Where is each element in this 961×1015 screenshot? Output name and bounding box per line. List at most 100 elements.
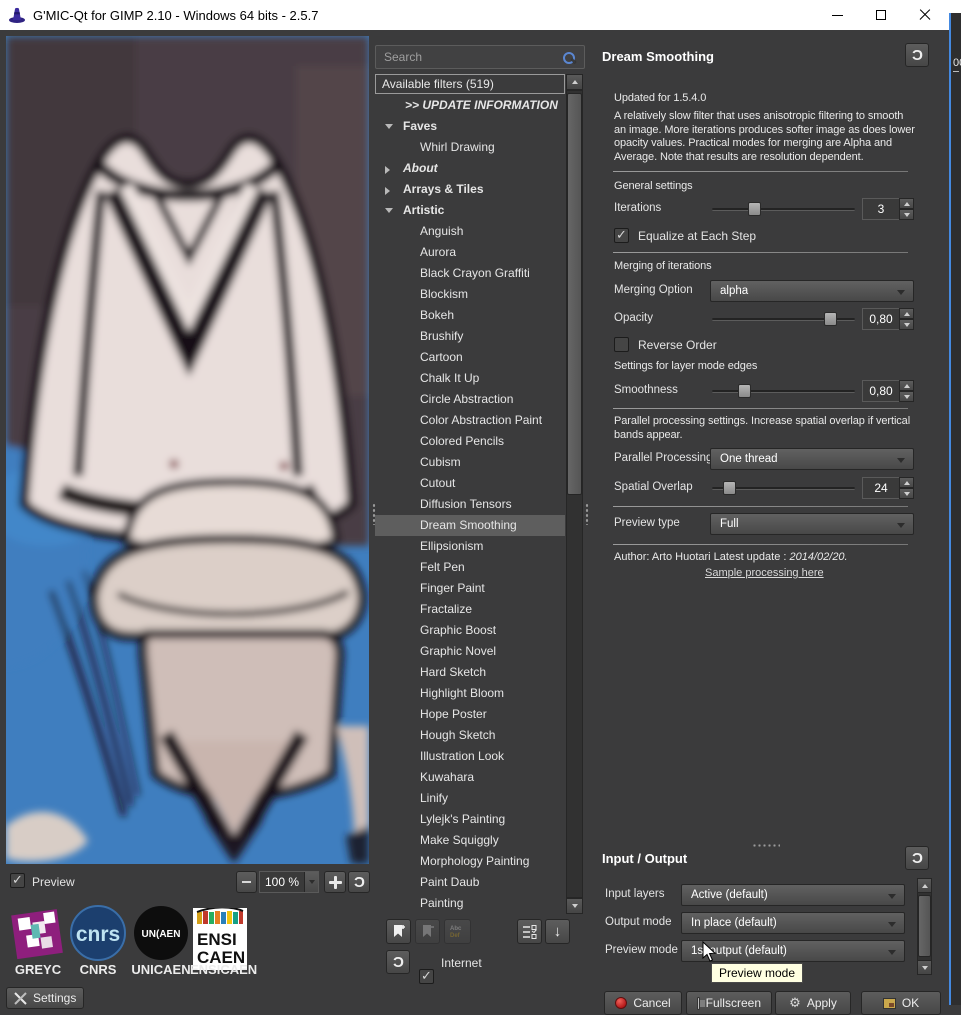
filter-category[interactable]: About (375, 158, 565, 179)
search-input[interactable] (384, 50, 554, 64)
reverse-order-checkbox[interactable] (614, 337, 629, 352)
refresh-filters-button[interactable]: C (386, 950, 410, 974)
filter-item[interactable]: Cubism (375, 452, 565, 473)
chevron-right-icon[interactable] (385, 166, 390, 174)
filter-category[interactable]: Artistic (375, 200, 565, 221)
spin-down-button[interactable] (899, 209, 914, 220)
iterations-spinbox[interactable]: 3 (862, 198, 914, 220)
opacity-slider[interactable] (712, 310, 855, 328)
add-fave-button[interactable] (386, 919, 411, 944)
fullscreen-button[interactable]: Fullscreen (686, 991, 772, 1015)
spin-up-button[interactable] (899, 308, 914, 319)
minimize-button[interactable] (815, 0, 859, 30)
list-scroll-up-button[interactable] (566, 74, 583, 90)
splitter-handle-horizontal[interactable] (752, 843, 780, 848)
merging-option-select[interactable]: alpha (710, 280, 914, 302)
cancel-button[interactable]: Cancel (604, 991, 682, 1015)
sample-processing-link[interactable]: Sample processing here (705, 567, 824, 579)
parallel-select[interactable]: One thread (710, 448, 914, 470)
io-scroll-up-button[interactable] (917, 878, 932, 893)
filter-item[interactable]: Paint Daub (375, 872, 565, 893)
list-scroll-down-button[interactable] (566, 898, 583, 914)
smoothness-spinbox[interactable]: 0,80 (862, 380, 914, 402)
overlap-value[interactable]: 24 (862, 477, 899, 499)
filter-item[interactable]: Fractalize (375, 599, 565, 620)
iterations-slider-handle[interactable] (747, 202, 761, 216)
io-scroll-down-button[interactable] (917, 960, 932, 975)
opacity-spinbox[interactable]: 0,80 (862, 308, 914, 330)
filter-category[interactable]: Arrays & Tiles (375, 179, 565, 200)
io-scrollbar-thumb[interactable] (918, 895, 931, 957)
chevron-down-icon[interactable] (385, 124, 393, 129)
chevron-down-icon[interactable] (304, 872, 318, 892)
filter-item[interactable]: Felt Pen (375, 557, 565, 578)
filter-item[interactable]: Kuwahara (375, 767, 565, 788)
filter-item[interactable]: Graphic Novel (375, 641, 565, 662)
equalize-checkbox[interactable] (614, 227, 629, 243)
overlap-spinbox[interactable]: 24 (862, 477, 914, 499)
remove-fave-button[interactable] (415, 919, 440, 944)
iterations-slider[interactable] (712, 200, 855, 218)
filter-item[interactable]: Aurora (375, 242, 565, 263)
filter-item[interactable]: Morphology Painting (375, 851, 565, 872)
maximize-button[interactable] (859, 0, 903, 30)
reset-io-button[interactable]: C (905, 846, 929, 870)
zoom-reset-button[interactable]: C (348, 871, 370, 893)
opacity-value[interactable]: 0,80 (862, 308, 899, 330)
filter-item[interactable]: Cartoon (375, 347, 565, 368)
spin-up-button[interactable] (899, 477, 914, 488)
filter-item[interactable]: Painting (375, 893, 565, 914)
filter-item[interactable]: Linify (375, 788, 565, 809)
zoom-out-button[interactable] (236, 871, 257, 893)
filter-item[interactable]: >> UPDATE INFORMATION (375, 95, 565, 116)
splitter-handle-right[interactable] (585, 503, 589, 525)
filter-item[interactable]: Colored Pencils (375, 431, 565, 452)
filter-item[interactable]: Finger Paint (375, 578, 565, 599)
filter-item[interactable]: Make Squiggly (375, 830, 565, 851)
spin-down-button[interactable] (899, 391, 914, 402)
filter-item[interactable]: Dream Smoothing (375, 515, 565, 536)
filter-item[interactable]: Illustration Look (375, 746, 565, 767)
filter-item[interactable]: Color Abstraction Paint (375, 410, 565, 431)
splitter-handle-left[interactable] (372, 503, 376, 525)
overlap-slider-handle[interactable] (723, 481, 737, 495)
chevron-right-icon[interactable] (385, 187, 390, 195)
preview-type-select[interactable]: Full (710, 513, 914, 535)
filter-category[interactable]: Faves (375, 116, 565, 137)
internet-checkbox[interactable] (419, 968, 434, 984)
zoom-in-button[interactable] (324, 871, 346, 893)
filter-list[interactable]: >> UPDATE INFORMATION Faves Whirl Drawing A… (375, 95, 565, 915)
filter-item[interactable]: Lylejk's Painting (375, 809, 565, 830)
apply-button[interactable]: ⚙ Apply (775, 991, 851, 1015)
opacity-slider-handle[interactable] (823, 312, 837, 326)
input-layers-select[interactable]: Active (default) (681, 884, 905, 906)
filter-item[interactable]: Diffusion Tensors (375, 494, 565, 515)
filter-item[interactable]: Anguish (375, 221, 565, 242)
preview-image[interactable] (6, 36, 369, 864)
ok-button[interactable]: OK (861, 991, 941, 1015)
smoothness-slider-handle[interactable] (737, 384, 751, 398)
filter-item[interactable]: Black Crayon Graffiti (375, 263, 565, 284)
download-filters-button[interactable]: ↓ (545, 919, 570, 944)
filter-item[interactable]: Chalk It Up (375, 368, 565, 389)
list-scrollbar-thumb[interactable] (567, 93, 582, 495)
chevron-down-icon[interactable] (385, 208, 393, 213)
spin-up-button[interactable] (899, 380, 914, 391)
spin-down-button[interactable] (899, 319, 914, 330)
filter-item[interactable]: Cutout (375, 473, 565, 494)
filter-item[interactable]: Hough Sketch (375, 725, 565, 746)
iterations-value[interactable]: 3 (862, 198, 899, 220)
close-button[interactable] (903, 0, 947, 30)
rename-fave-button[interactable]: Abc Def (444, 919, 471, 944)
output-mode-select[interactable]: In place (default) (681, 912, 905, 934)
filter-item[interactable]: Ellipsionism (375, 536, 565, 557)
smoothness-value[interactable]: 0,80 (862, 380, 899, 402)
filter-item[interactable]: Circle Abstraction (375, 389, 565, 410)
filter-item[interactable]: Highlight Bloom (375, 683, 565, 704)
filter-item[interactable]: Graphic Boost (375, 620, 565, 641)
reset-filter-button[interactable]: C (905, 43, 929, 67)
zoom-level-combo[interactable]: 100 % (259, 871, 319, 893)
organize-faves-button[interactable] (517, 919, 542, 944)
settings-button[interactable]: Settings (6, 987, 84, 1009)
overlap-slider[interactable] (712, 479, 855, 497)
